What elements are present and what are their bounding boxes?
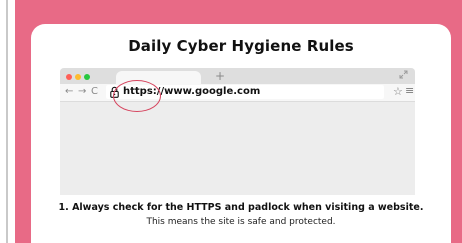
rule-heading: 1. Always check for the HTTPS and padloc… (58, 202, 424, 213)
new-tab-button[interactable]: + (215, 69, 225, 83)
forward-arrow-icon[interactable]: → (78, 85, 86, 99)
maximize-window-dot[interactable] (84, 74, 90, 80)
https-highlight-circle (113, 80, 161, 112)
browser-mockup: + ← → C https://www.google.com ☆ ≡ (60, 68, 415, 195)
rule-subtext: This means the site is safe and protecte… (146, 217, 336, 227)
close-window-dot[interactable] (66, 74, 72, 80)
minimize-window-dot[interactable] (75, 74, 81, 80)
bookmark-star-icon[interactable]: ☆ (393, 85, 403, 99)
expand-icon[interactable] (399, 70, 408, 79)
card-title: Daily Cyber Hygiene Rules (128, 37, 354, 55)
info-card: Daily Cyber Hygiene Rules + ← → C https:… (31, 24, 451, 243)
menu-icon[interactable]: ≡ (405, 84, 414, 98)
left-divider (6, 0, 8, 243)
reload-icon[interactable]: C (91, 85, 98, 99)
browser-tab-strip: + (60, 68, 415, 84)
back-arrow-icon[interactable]: ← (65, 85, 73, 99)
browser-page-area (60, 102, 415, 195)
